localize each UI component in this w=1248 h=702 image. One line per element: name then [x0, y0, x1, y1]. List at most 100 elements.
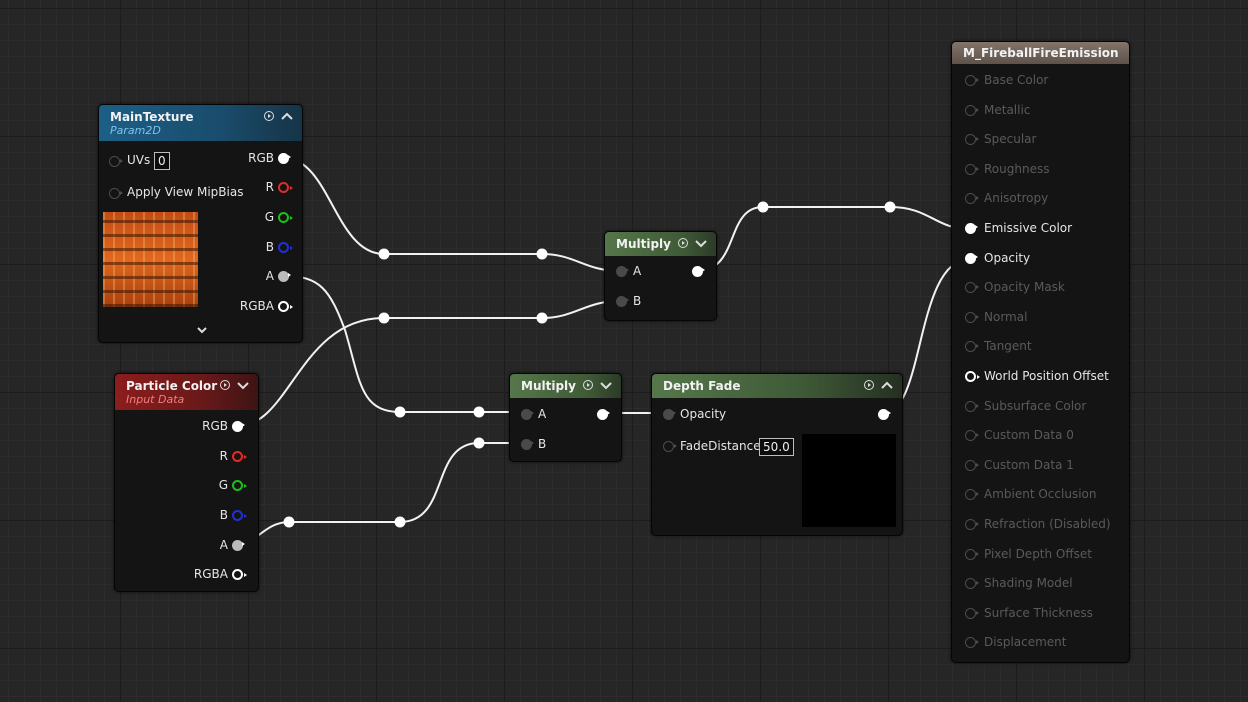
preview-toggle-icon[interactable] [220, 380, 230, 390]
material-pin-16[interactable] [965, 548, 979, 560]
material-pin-11[interactable] [965, 400, 979, 412]
output-rgb-label: RGB [202, 419, 228, 433]
chevron-up-icon[interactable] [880, 379, 894, 391]
material-pin-2[interactable] [965, 134, 979, 146]
output-rgb-pin[interactable] [232, 421, 245, 432]
node-multiply-bottom[interactable]: Multiply A B [509, 373, 622, 462]
node-main-texture[interactable]: MainTexture Param2D UVs 0 Apply View Mip… [98, 104, 303, 343]
output-a-pin[interactable] [232, 540, 245, 551]
material-pin-label: Custom Data 1 [984, 457, 1074, 472]
preview-toggle-icon[interactable] [864, 380, 874, 390]
reroute-node[interactable] [757, 201, 769, 213]
reroute-node[interactable] [283, 516, 295, 528]
node-title: M_FireballFireEmission [963, 46, 1119, 60]
wire-5[interactable] [696, 206, 971, 272]
wire-1[interactable] [284, 275, 525, 413]
uvs-label: UVs [127, 153, 151, 167]
node-header[interactable]: Multiply [510, 374, 621, 398]
output-g-label: G [264, 210, 274, 224]
material-pin-8[interactable] [965, 311, 979, 323]
material-pin-13[interactable] [965, 459, 979, 471]
material-pin-4[interactable] [965, 193, 979, 205]
input-opacity-pin[interactable] [663, 409, 676, 420]
preview-toggle-icon[interactable] [678, 238, 688, 248]
material-pin-3[interactable] [965, 163, 979, 175]
material-pin-6[interactable] [965, 252, 978, 264]
reroute-node[interactable] [394, 516, 406, 528]
output-pin[interactable] [597, 409, 610, 420]
chevron-down-icon[interactable] [236, 379, 250, 391]
output-pin[interactable] [878, 409, 891, 420]
material-pin-17[interactable] [965, 578, 979, 590]
wire-0[interactable] [283, 157, 621, 272]
chevron-up-icon[interactable] [280, 110, 294, 122]
input-fadedistance-pin[interactable] [663, 441, 677, 452]
material-pin-label: Tangent [984, 339, 1032, 354]
output-r-pin[interactable] [232, 451, 247, 462]
input-a-pin[interactable] [521, 409, 534, 420]
reroute-node[interactable] [378, 248, 390, 260]
node-particle-color[interactable]: Particle Color Input Data RGB R G B A RG… [114, 373, 259, 592]
material-pin-7[interactable] [965, 282, 979, 294]
output-pin[interactable] [692, 266, 705, 277]
output-r-label: R [219, 449, 228, 463]
output-r-pin[interactable] [278, 182, 293, 193]
output-b-pin[interactable] [232, 510, 247, 521]
reroute-node[interactable] [473, 437, 485, 449]
reroute-node[interactable] [394, 406, 406, 418]
material-pin-0[interactable] [965, 75, 979, 86]
chevron-down-icon[interactable] [694, 237, 708, 249]
preview-toggle-icon[interactable] [583, 380, 593, 390]
node-header[interactable]: Depth Fade [652, 374, 902, 398]
output-rgba-pin[interactable] [278, 301, 293, 312]
output-g-pin[interactable] [232, 480, 247, 491]
fadedistance-value[interactable]: 50.0 [759, 438, 794, 456]
material-pin-10[interactable] [965, 371, 980, 382]
material-pin-5[interactable] [965, 223, 978, 234]
input-b-label: B [633, 294, 642, 308]
output-rgb-pin[interactable] [278, 153, 291, 164]
node-material-output[interactable]: M_FireballFireEmission Base Color Metalli… [951, 41, 1130, 663]
material-pin-label: Opacity [984, 250, 1031, 265]
input-b-pin[interactable] [616, 296, 629, 307]
material-pin-label: Custom Data 0 [984, 428, 1074, 443]
reroute-node[interactable] [473, 406, 485, 418]
reroute-node[interactable] [536, 312, 548, 324]
output-rgba-label: RGBA [239, 299, 274, 313]
node-header[interactable]: MainTexture Param2D [99, 105, 302, 141]
output-b-pin[interactable] [278, 242, 293, 253]
material-pin-19[interactable] [965, 637, 979, 649]
preview-toggle-icon[interactable] [264, 111, 274, 121]
material-pin-9[interactable] [965, 341, 979, 353]
reroute-node[interactable] [536, 248, 548, 260]
material-pin-18[interactable] [965, 607, 979, 619]
output-rgba-pin[interactable] [232, 569, 247, 580]
input-opacity-label: Opacity [680, 407, 727, 421]
output-b-label: B [265, 240, 274, 254]
input-a-pin[interactable] [616, 266, 629, 277]
wire-3[interactable] [237, 442, 525, 546]
reroute-node[interactable] [884, 201, 896, 213]
material-pin-15[interactable] [965, 519, 979, 530]
material-pin-14[interactable] [965, 489, 979, 501]
material-pin-1[interactable] [965, 104, 979, 116]
node-header[interactable]: Multiply [605, 232, 716, 256]
input-fadedistance-label: FadeDistance [680, 439, 761, 453]
material-pin-12[interactable] [965, 430, 979, 442]
node-header[interactable]: Particle Color Input Data [115, 374, 258, 410]
reroute-node[interactable] [378, 312, 390, 324]
node-depth-fade[interactable]: Depth Fade Opacity FadeDistance 50.0 [651, 373, 903, 536]
node-header[interactable]: M_FireballFireEmission [952, 42, 1129, 64]
uvs-input-pin[interactable] [109, 156, 123, 167]
material-pin-label: Roughness [984, 161, 1050, 176]
input-a-label: A [633, 264, 642, 278]
chevron-down-icon[interactable] [599, 379, 613, 391]
chevron-down-icon[interactable] [196, 325, 208, 335]
output-a-pin[interactable] [278, 271, 291, 282]
input-b-pin[interactable] [521, 439, 534, 450]
node-multiply-top[interactable]: Multiply A B [604, 231, 717, 321]
uvs-value[interactable]: 0 [154, 152, 170, 170]
mipbias-input-pin[interactable] [109, 188, 123, 199]
texture-thumbnail [103, 212, 198, 307]
output-g-pin[interactable] [278, 212, 293, 223]
